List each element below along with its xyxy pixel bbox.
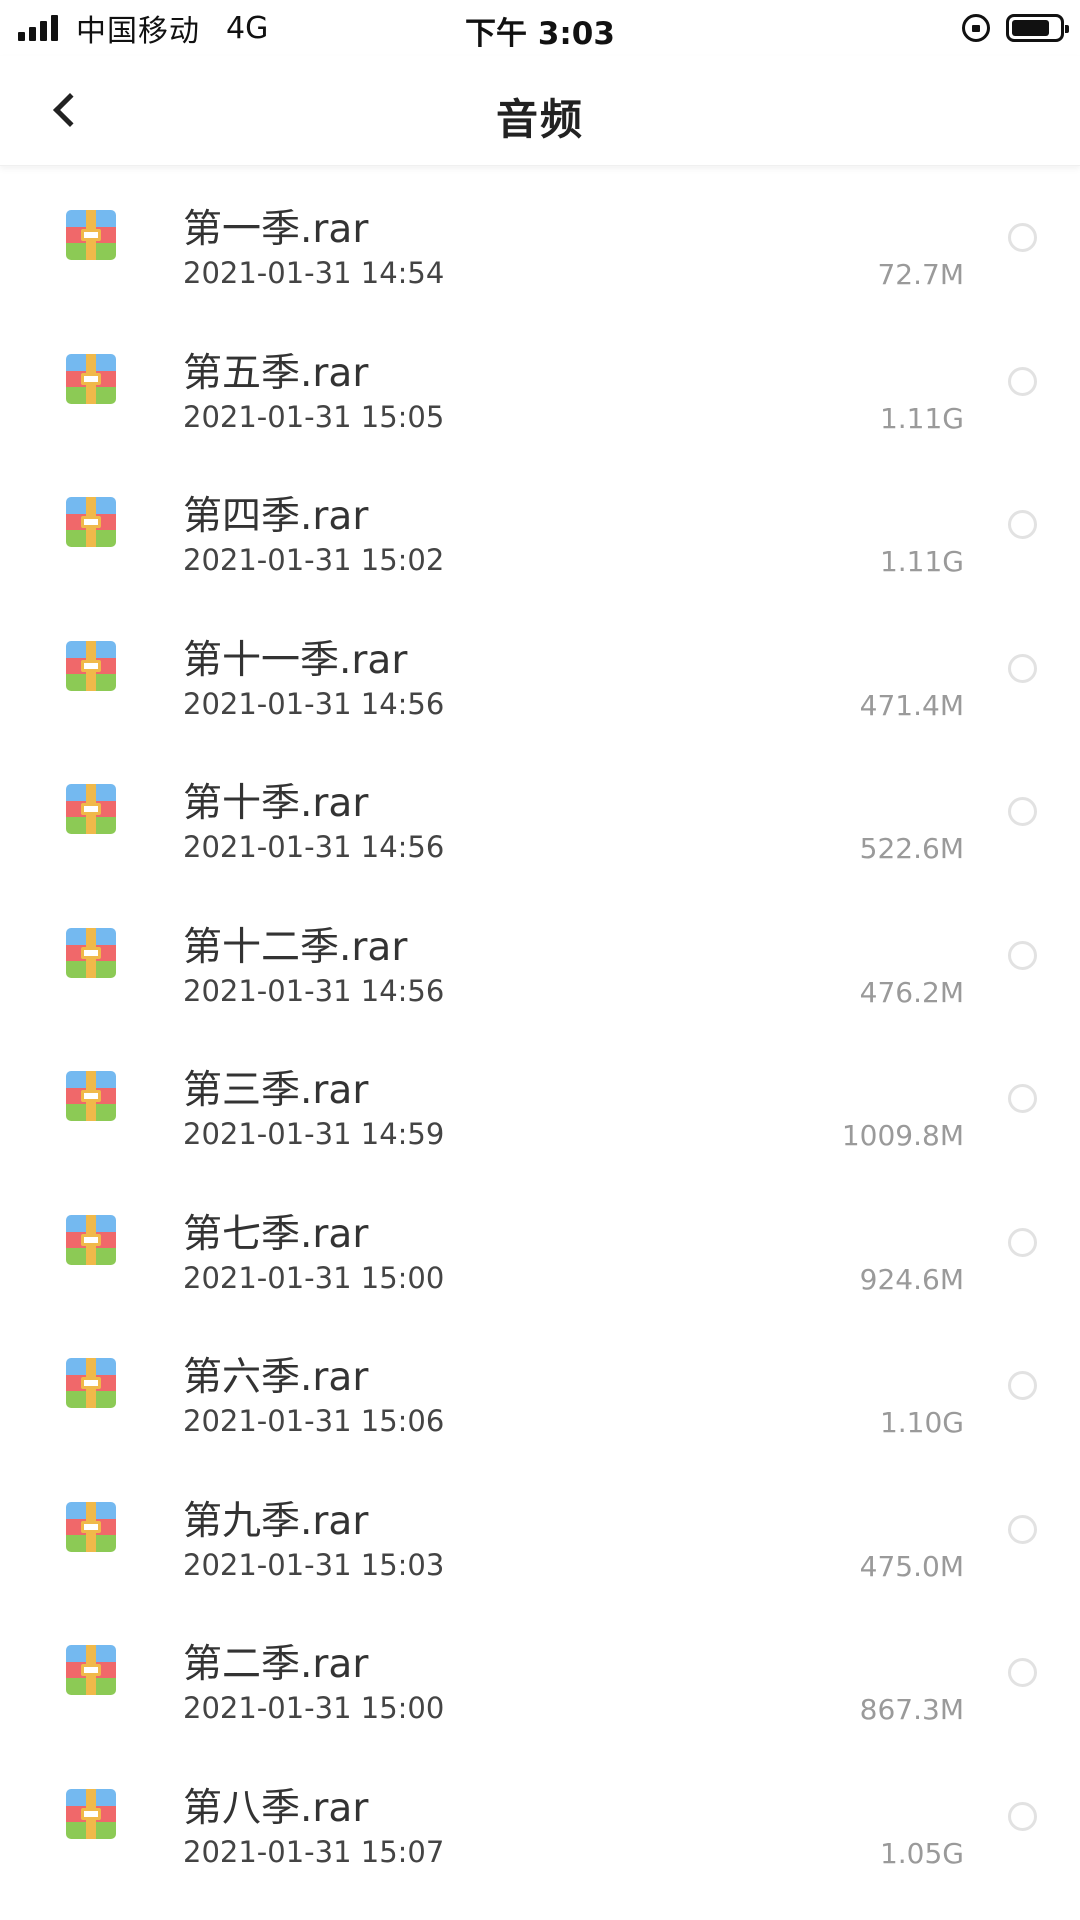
list-item[interactable]: 第八季.rar 2021-01-31 15:07 1.05G (0, 1745, 1080, 1889)
list-item[interactable]: 第三季.rar 2021-01-31 14:59 1009.8M (0, 1027, 1080, 1171)
select-radio[interactable] (1008, 1227, 1037, 1257)
archive-icon (66, 784, 116, 834)
status-right (962, 10, 1069, 46)
list-item[interactable]: 第二季.rar 2021-01-31 15:00 867.3M (0, 1601, 1080, 1745)
select-radio[interactable] (1008, 510, 1037, 539)
file-size: 471.4M (859, 688, 964, 722)
archive-icon (66, 1071, 116, 1121)
select-radio[interactable] (1008, 1801, 1037, 1831)
file-date: 2021-01-31 15:00 (183, 1691, 445, 1725)
archive-icon (66, 1645, 116, 1695)
select-radio[interactable] (1008, 1514, 1037, 1544)
file-date: 2021-01-31 14:59 (183, 1117, 445, 1151)
archive-icon (66, 640, 116, 691)
file-name: 第九季.rar (183, 1498, 369, 1544)
file-size: 1.11G (879, 545, 964, 578)
file-size: 476.2M (859, 975, 964, 1009)
file-date: 2021-01-31 14:54 (183, 256, 445, 290)
select-radio[interactable] (1008, 366, 1037, 396)
nav-bar: 音频 (0, 56, 1080, 166)
list-item[interactable]: 第四季.rar 2021-01-31 15:02 1.11G (0, 453, 1080, 597)
file-size: 1.10G (879, 1406, 964, 1439)
file-size: 1.05G (879, 1836, 964, 1870)
file-size: 522.6M (859, 832, 964, 865)
file-name: 第四季.rar (183, 494, 369, 539)
archive-icon (66, 1214, 116, 1265)
file-name: 第十一季.rar (183, 637, 408, 683)
file-list: 第一季.rar 2021-01-31 14:54 72.7M 第五季.rar 2… (0, 166, 1080, 1888)
file-size: 1009.8M (841, 1119, 964, 1152)
select-radio[interactable] (1008, 653, 1037, 683)
list-item[interactable]: 第五季.rar 2021-01-31 15:05 1.11G (0, 310, 1080, 454)
select-radio[interactable] (1008, 797, 1037, 826)
select-radio[interactable] (1008, 223, 1037, 252)
file-name: 第二季.rar (183, 1642, 369, 1687)
file-date: 2021-01-31 15:06 (183, 1404, 445, 1438)
list-item[interactable]: 第十季.rar 2021-01-31 14:56 522.6M (0, 740, 1080, 884)
status-bar: 中国移动 4G 下午 3:03 (0, 0, 1080, 56)
file-size: 1.11G (879, 401, 964, 435)
file-date: 2021-01-31 15:03 (183, 1547, 445, 1582)
list-item[interactable]: 第十一季.rar 2021-01-31 14:56 471.4M (0, 597, 1080, 741)
select-radio[interactable] (1008, 1084, 1037, 1113)
list-item[interactable]: 第一季.rar 2021-01-31 14:54 72.7M (0, 166, 1080, 310)
file-name: 第六季.rar (183, 1355, 369, 1400)
page-title: 音频 (495, 95, 584, 144)
file-date: 2021-01-31 14:56 (183, 830, 445, 864)
select-radio[interactable] (1008, 940, 1037, 970)
file-date: 2021-01-31 15:07 (183, 1834, 445, 1869)
archive-icon (66, 1501, 116, 1552)
list-item[interactable]: 第七季.rar 2021-01-31 15:00 924.6M (0, 1171, 1080, 1315)
rotation-lock-icon (962, 14, 990, 42)
select-radio[interactable] (1008, 1371, 1037, 1400)
file-name: 第五季.rar (183, 350, 369, 396)
select-radio[interactable] (1008, 1658, 1037, 1687)
archive-icon (66, 927, 116, 978)
file-name: 第一季.rar (183, 207, 369, 252)
file-name: 第八季.rar (183, 1785, 369, 1831)
archive-icon (66, 1788, 116, 1839)
file-date: 2021-01-31 15:02 (183, 543, 445, 577)
file-size: 475.0M (859, 1549, 964, 1583)
file-date: 2021-01-31 15:00 (183, 1260, 445, 1295)
list-item[interactable]: 第十二季.rar 2021-01-31 14:56 476.2M (0, 884, 1080, 1028)
file-date: 2021-01-31 15:05 (183, 399, 445, 434)
file-name: 第十季.rar (183, 781, 369, 826)
archive-icon (66, 1358, 116, 1408)
archive-icon (66, 353, 116, 404)
file-name: 第三季.rar (183, 1068, 369, 1113)
archive-icon (66, 210, 116, 260)
file-date: 2021-01-31 14:56 (183, 686, 445, 721)
file-size: 72.7M (877, 258, 964, 291)
file-name: 第十二季.rar (183, 924, 408, 970)
file-date: 2021-01-31 14:56 (183, 973, 445, 1008)
status-time: 下午 3:03 (465, 16, 615, 52)
file-name: 第七季.rar (183, 1211, 369, 1257)
list-item[interactable]: 第九季.rar 2021-01-31 15:03 475.0M (0, 1458, 1080, 1602)
list-item[interactable]: 第六季.rar 2021-01-31 15:06 1.10G (0, 1314, 1080, 1458)
file-size: 867.3M (859, 1693, 964, 1726)
file-size: 924.6M (859, 1262, 964, 1296)
archive-icon (66, 497, 116, 547)
battery-icon (1006, 14, 1069, 42)
